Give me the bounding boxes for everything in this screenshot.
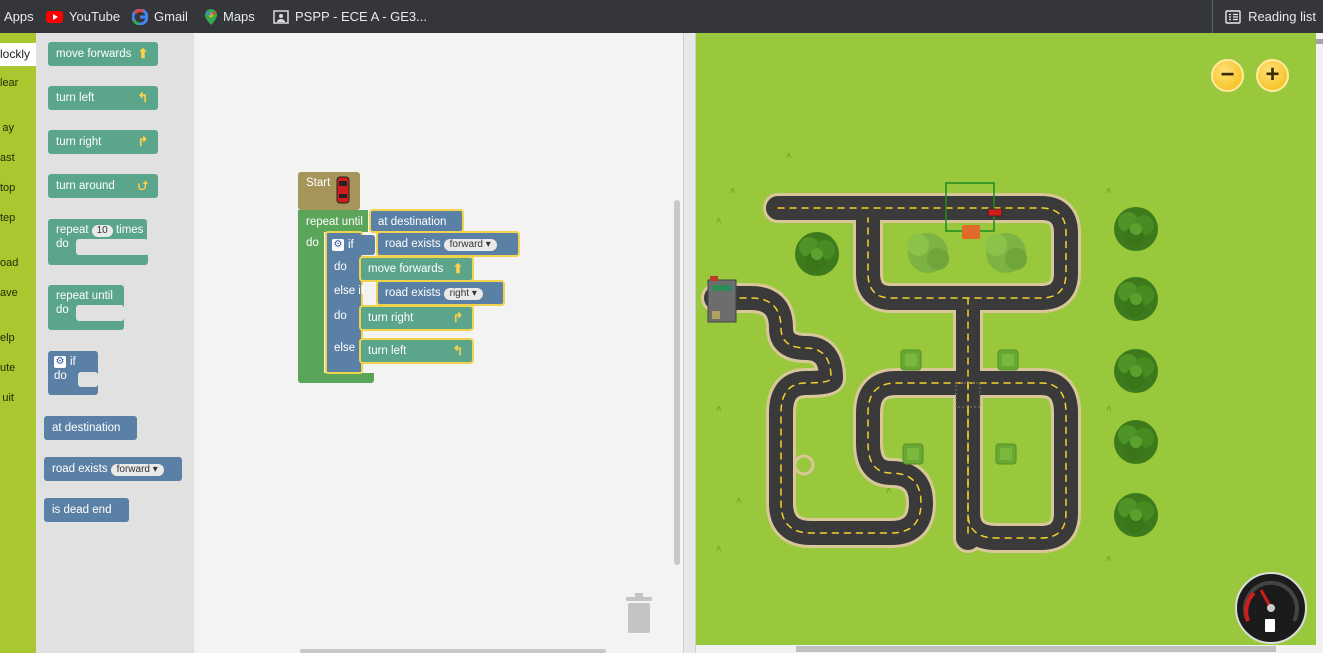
svg-text:ʌ: ʌ (886, 486, 892, 496)
toolbox-is-dead-end-block[interactable]: is dead end (44, 498, 129, 522)
road-map: ʌ ʌ ʌ ʌ ʌ ʌ ʌ ʌ ʌ ʌ (701, 151, 1158, 564)
repeat-do-label: do (306, 237, 319, 249)
else-if-label: else if (334, 285, 365, 297)
else-if-road-exists-condition[interactable]: road exists right ▾ (376, 280, 505, 306)
sidebar-tab-blockly[interactable]: lockly (0, 43, 36, 66)
reading-list-icon (1225, 9, 1241, 24)
bookmark-apps[interactable]: Apps (4, 0, 34, 33)
svg-text:ʌ: ʌ (730, 186, 736, 196)
repeat-count-field[interactable]: 10 (91, 225, 113, 237)
start-block[interactable]: Start (298, 172, 360, 210)
svg-text:ʌ: ʌ (716, 544, 722, 554)
youtube-icon (46, 10, 63, 23)
toolbox-road-exists-block[interactable]: road exists forward ▾ (44, 457, 182, 481)
workspace-horizontal-scrollbar[interactable] (300, 649, 606, 653)
bookmark-youtube[interactable]: YouTube (46, 0, 120, 33)
sidebar-item-clear[interactable]: lear (0, 77, 30, 89)
else-label: else (334, 342, 356, 354)
arrow-up-icon: ⬆ (452, 261, 464, 276)
svg-text:ʌ: ʌ (1106, 554, 1112, 564)
game-map: ʌ ʌ ʌ ʌ ʌ ʌ ʌ ʌ ʌ ʌ − + (696, 33, 1316, 648)
fuel-gauge-icon (1235, 572, 1307, 644)
zoom-in-button[interactable]: + (1256, 59, 1289, 92)
sidebar-item-load[interactable]: oad (0, 257, 30, 269)
car-icon (336, 176, 350, 204)
if-do-label: do (334, 261, 347, 273)
blockly-workspace[interactable]: Start repeat until do at destination ⚙ if… (194, 33, 683, 653)
workspace-vertical-scrollbar[interactable] (674, 200, 680, 565)
move-forwards-block[interactable]: move forwards ⬆ (359, 256, 474, 282)
bookmark-maps[interactable]: Maps (205, 0, 255, 33)
toolbox-turn-left-block[interactable]: turn left ↰ (48, 86, 158, 110)
arrow-up-icon: ⬆ (137, 46, 149, 61)
toolbox-turn-around-block[interactable]: turn around ⮍ (48, 174, 158, 198)
sidebar-item-step[interactable]: tep (0, 212, 30, 224)
bookmark-gmail[interactable]: Gmail (132, 0, 188, 33)
maps-icon (205, 8, 217, 25)
sidebar-item-save[interactable]: ave (0, 287, 30, 299)
trash-icon[interactable] (624, 593, 654, 633)
if-road-exists-condition[interactable]: road exists forward ▾ (376, 231, 520, 257)
turn-left-icon: ↰ (452, 343, 464, 358)
block-toolbox: move forwards ⬆ turn left ↰ turn right ↱… (36, 33, 194, 653)
google-icon (132, 8, 148, 25)
svg-text:ʌ: ʌ (1106, 186, 1112, 196)
gear-icon: ⚙ (54, 355, 66, 368)
gear-icon: ⚙ (332, 238, 344, 251)
if-direction-dropdown[interactable]: forward ▾ (443, 239, 497, 251)
panel-divider[interactable] (683, 33, 696, 653)
svg-text:ʌ: ʌ (716, 404, 722, 414)
reading-list-button[interactable]: Reading list (1212, 0, 1316, 33)
bookmarks-bar: Apps YouTube Gmail Maps PSPP - ECE A - G… (0, 0, 1323, 33)
sidebar-item-mute[interactable]: ute (0, 362, 30, 374)
repeat-until-footer (298, 373, 374, 383)
map-vertical-scrollbar[interactable] (1316, 33, 1323, 653)
turn-right-block[interactable]: turn right ↱ (359, 305, 474, 331)
sidebar-item-play[interactable]: ay (0, 122, 30, 134)
toolbox-turn-right-block[interactable]: turn right ↱ (48, 130, 158, 154)
sidebar-item-fast[interactable]: ast (0, 152, 30, 164)
if-block[interactable]: ⚙ if (327, 235, 375, 255)
at-destination-condition[interactable]: at destination (369, 209, 464, 233)
svg-text:ʌ: ʌ (1106, 404, 1112, 414)
zoom-out-button[interactable]: − (1211, 59, 1244, 92)
turn-right-icon: ↱ (452, 310, 464, 325)
turn-right-icon: ↱ (137, 134, 149, 149)
toolbox-repeat-until-block[interactable]: repeat until do (48, 285, 124, 330)
toolbox-if-block[interactable]: ⚙ if do (48, 351, 98, 395)
classroom-icon (273, 9, 289, 24)
else-if-do-label: do (334, 310, 347, 322)
turn-left-icon: ↰ (137, 90, 149, 105)
road-exists-dropdown[interactable]: forward ▾ (110, 464, 164, 476)
toolbox-repeat-times-block[interactable]: repeat 10 times do (48, 219, 148, 266)
app-sidebar: lockly lear ay ast top tep oad ave elp u… (0, 33, 36, 653)
sidebar-item-quit[interactable]: uit (0, 392, 30, 404)
toolbox-move-forwards-block[interactable]: move forwards ⬆ (48, 42, 158, 66)
svg-text:ʌ: ʌ (716, 216, 722, 226)
sidebar-item-help[interactable]: elp (0, 332, 30, 344)
bookmark-pspp[interactable]: PSPP - ECE A - GE3... (273, 0, 427, 33)
toolbox-at-destination-block[interactable]: at destination (44, 416, 137, 440)
svg-text:ʌ: ʌ (786, 151, 792, 161)
else-if-direction-dropdown[interactable]: right ▾ (443, 288, 483, 300)
svg-text:ʌ: ʌ (736, 496, 742, 506)
sidebar-item-stop[interactable]: top (0, 182, 30, 194)
turn-around-icon: ⮍ (137, 178, 149, 193)
turn-left-block[interactable]: turn left ↰ (359, 338, 474, 364)
repeat-until-block[interactable]: repeat until (298, 210, 368, 232)
map-horizontal-scrollbar[interactable] (696, 645, 1316, 653)
